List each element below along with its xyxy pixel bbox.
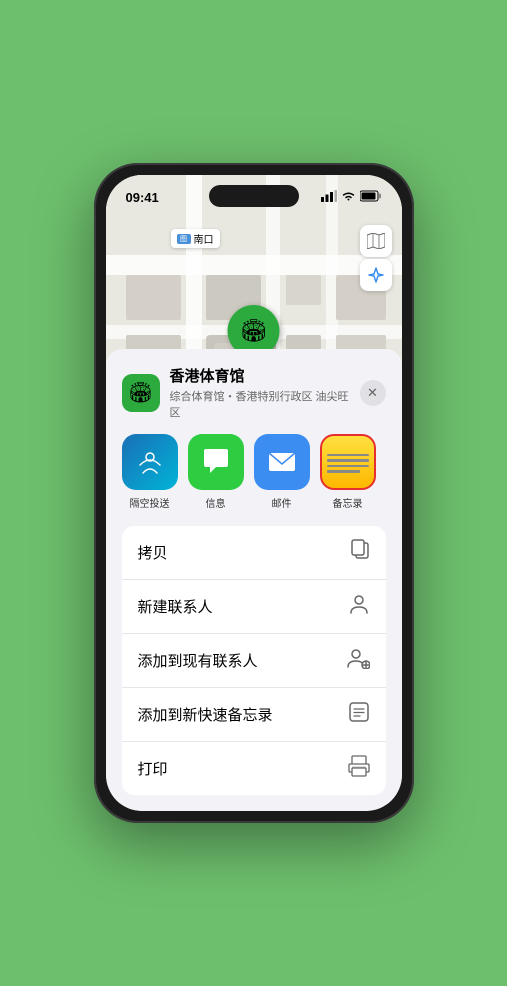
messages-label: 信息 [206,495,226,510]
location-label-icon: 图 [177,234,191,244]
map-type-button[interactable] [360,225,392,257]
action-add-existing-label: 添加到现有联系人 [138,650,258,671]
airdrop-label: 隔空投送 [130,495,170,510]
venue-info: 香港体育馆 综合体育馆・香港特别行政区 油尖旺区 [170,365,360,420]
action-list: 拷贝 新建联系人 [122,526,386,795]
print-icon [348,755,370,782]
location-button[interactable] [360,259,392,291]
new-contact-icon [348,593,370,620]
map-controls [360,225,392,291]
signal-icon [321,190,337,205]
location-icon-text: 图 [180,234,187,244]
action-add-existing[interactable]: 添加到现有联系人 [122,634,386,688]
action-new-contact-label: 新建联系人 [138,596,213,617]
share-item-messages[interactable]: 信息 [188,434,244,510]
action-print[interactable]: 打印 [122,742,386,795]
share-row: 隔空投送 信息 [122,434,386,510]
location-label: 图 南口 [171,229,220,248]
status-time: 09:41 [126,190,159,205]
add-notes-icon [348,701,370,728]
action-copy-label: 拷贝 [138,542,168,563]
share-item-mail[interactable]: 邮件 [254,434,310,510]
notes-label: 备忘录 [333,495,363,510]
venue-icon: 🏟 [122,374,160,412]
mail-icon-wrap [254,434,310,490]
dynamic-island [209,185,299,207]
wifi-icon [341,190,356,205]
notes-icon-wrap [320,434,376,490]
marker-emoji: 🏟 [240,318,268,344]
add-existing-icon [346,647,370,674]
phone-screen: 09:41 [106,175,402,811]
action-copy[interactable]: 拷贝 [122,526,386,580]
status-icons [321,190,382,205]
venue-sub: 综合体育馆・香港特别行政区 油尖旺区 [170,388,360,420]
share-item-airdrop[interactable]: 隔空投送 [122,434,178,510]
share-item-notes[interactable]: 备忘录 [320,434,376,510]
messages-icon-wrap [188,434,244,490]
action-add-notes[interactable]: 添加到新快速备忘录 [122,688,386,742]
close-button[interactable]: ✕ [360,380,386,406]
action-add-notes-label: 添加到新快速备忘录 [138,704,273,725]
phone-frame: 09:41 [94,163,414,823]
bottom-sheet: 🏟 香港体育馆 综合体育馆・香港特别行政区 油尖旺区 ✕ [106,349,402,811]
copy-icon [350,539,370,566]
battery-icon [360,190,382,205]
action-print-label: 打印 [138,758,168,779]
location-label-text: 南口 [194,231,214,246]
sheet-header: 🏟 香港体育馆 综合体育馆・香港特别行政区 油尖旺区 ✕ [122,365,386,420]
action-new-contact[interactable]: 新建联系人 [122,580,386,634]
venue-name: 香港体育馆 [170,365,360,386]
mail-label: 邮件 [272,495,292,510]
airdrop-icon-wrap [122,434,178,490]
